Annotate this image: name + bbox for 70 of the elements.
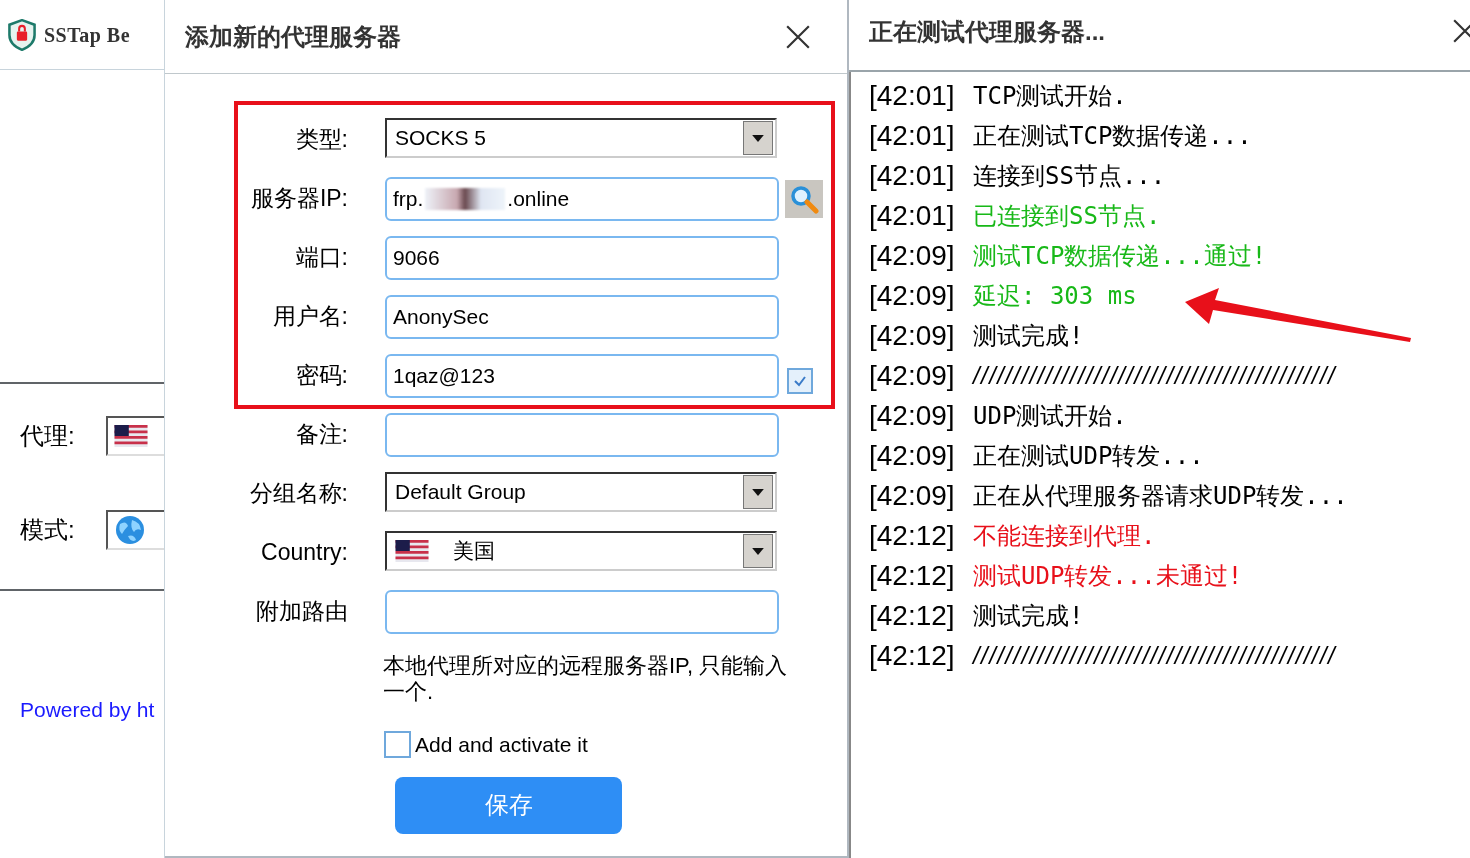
input-field[interactable]: 1qaz@123 [385,354,779,398]
field-label: 服务器IP: [249,184,348,213]
dropdown[interactable] [106,510,164,550]
timestamp: [42:01] [869,79,956,113]
us-flag-icon [114,425,148,447]
close-icon[interactable] [785,23,811,50]
log-message: 测试完成! [973,601,1084,632]
timestamp: [42:09] [869,359,956,393]
timestamp: [42:09] [869,279,956,313]
caret-icon [752,488,764,496]
dropdown[interactable]: SOCKS 5 [385,118,777,158]
separator-line: ///////////////////////////////////////////// [973,361,1337,391]
field-label: 附加路由 [255,597,348,626]
log-message: 正在测试UDP转发... [973,441,1204,472]
field-label: 密码: [294,361,348,390]
timestamp: [42:12] [869,599,956,633]
hint-text: 本地代理所对应的远程服务器IP, 只能输入一个. [383,653,789,705]
input-field[interactable] [385,590,779,634]
field-label: 备注: [294,420,348,449]
timestamp: [42:01] [869,119,956,153]
timestamp: [42:12] [869,639,956,673]
log-message: 已连接到SS节点. [973,201,1161,232]
caret-icon [752,547,764,555]
log-message: 测试完成! [973,321,1084,352]
dialog-title: 添加新的代理服务器 [185,21,401,52]
field-label: 模式: [20,515,76,545]
panel-title: 正在测试代理服务器... [869,17,1105,47]
window-title: SSTap Be [44,22,131,49]
checkbox-label: Add and activate it [415,732,588,758]
log-message: 延迟: 303 ms [973,281,1137,312]
log-message: 正在测试TCP数据传递... [973,121,1252,152]
dropdown[interactable] [106,416,164,456]
input-field[interactable]: frp. .online [385,177,779,221]
input-field[interactable]: AnonySec [385,295,779,339]
input-field[interactable] [385,413,779,457]
field-label: 分组名称: [248,479,348,508]
timestamp: [42:09] [869,479,956,513]
timestamp: [42:09] [869,239,956,273]
log-message: 连接到SS节点... [973,161,1166,192]
shield-lock-icon [8,18,36,51]
field-label: 用户名: [271,302,348,331]
caret-icon [752,134,764,142]
log-message: UDP测试开始. [973,401,1127,432]
show-password-checkbox[interactable] [787,368,813,394]
field-label: 端口: [294,243,348,272]
dropdown[interactable]: 美国 [385,531,777,571]
log-message: 不能连接到代理. [973,521,1156,552]
checkbox[interactable] [384,731,411,759]
us-flag-icon [395,540,429,562]
separator-line: ///////////////////////////////////////////// [973,641,1337,671]
link[interactable]: Powered by ht [20,694,155,726]
timestamp: [42:12] [869,519,956,553]
timestamp: [42:01] [869,159,956,193]
timestamp: [42:09] [869,319,956,353]
globe-icon [114,514,146,546]
input-field[interactable]: 9066 [385,236,779,280]
field-label: Country: [260,538,348,567]
log-message: 测试TCP数据传递...通过! [973,241,1267,272]
timestamp: [42:12] [869,559,956,593]
log-message: 测试UDP转发...未通过! [973,561,1243,592]
timestamp: [42:01] [869,199,956,233]
dropdown[interactable]: Default Group [385,472,777,512]
field-label: 代理: [20,421,76,451]
log-message: 正在从代理服务器请求UDP转发... [973,481,1348,512]
search-icon [789,184,819,214]
timestamp: [42:09] [869,439,956,473]
field-label: 类型: [294,125,348,154]
log-message: TCP测试开始. [973,81,1127,112]
search-button[interactable] [785,180,823,218]
timestamp: [42:09] [869,399,956,433]
